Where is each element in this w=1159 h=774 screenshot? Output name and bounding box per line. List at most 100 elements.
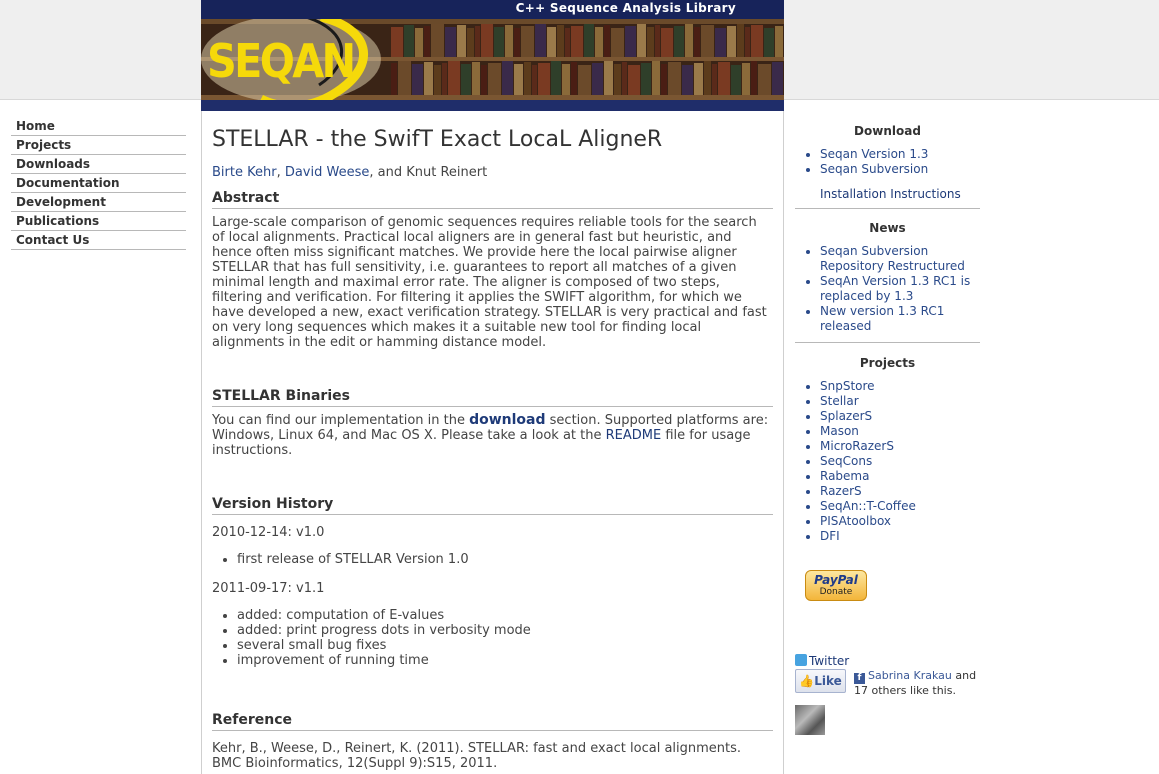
download-link-subversion[interactable]: Seqan Subversion <box>820 162 928 176</box>
main-content: STELLAR - the SwifT Exact LocaL AligneR … <box>212 125 773 771</box>
book-spine <box>391 63 397 95</box>
book-spine <box>434 65 441 95</box>
list-item: several small bug fixes <box>237 638 773 653</box>
book-spine <box>412 64 423 95</box>
list-item: PISAtoolbox <box>820 514 980 529</box>
book-spine <box>685 24 693 57</box>
version-1-1-date: 2011-09-17: v1.1 <box>212 581 325 596</box>
nav-item-home[interactable]: Home <box>11 117 186 136</box>
list-item: RazerS <box>820 484 980 499</box>
site-banner[interactable]: C++ Sequence Analysis Library SEQAN <box>201 0 784 111</box>
book-spine <box>604 25 610 57</box>
book-spine <box>538 63 550 95</box>
author-separator: , <box>276 165 285 180</box>
news-link-rc1-released[interactable]: New version 1.3 RC1 released <box>820 304 944 333</box>
book-spine <box>551 61 561 95</box>
book-spine <box>745 27 750 57</box>
project-link-splazers[interactable]: SplazerS <box>820 409 872 423</box>
book-spine <box>637 24 646 57</box>
author-link-birte-kehr[interactable]: Birte Kehr <box>212 165 277 180</box>
paypal-logo: PayPal <box>814 573 858 587</box>
list-item: DFI <box>820 529 980 544</box>
list-item: SnpStore <box>820 379 980 394</box>
list-item: Seqan Subversion <box>820 162 980 177</box>
list-item: SeqCons <box>820 454 980 469</box>
facebook-like-text: f Sabrina Krakau and 17 others like this. <box>854 669 984 698</box>
project-link-pisatoolbox[interactable]: PISAtoolbox <box>820 514 891 528</box>
book-spine <box>404 25 414 57</box>
list-item: added: computation of E-values <box>237 608 773 623</box>
facebook-like-button[interactable]: 👍Like <box>795 669 846 693</box>
book-spine <box>448 61 460 95</box>
banner-bottom-bar <box>201 100 784 111</box>
book-spine <box>682 65 693 95</box>
book-spine <box>694 27 700 57</box>
book-spine <box>674 26 684 57</box>
nav-item-contact-us[interactable]: Contact Us <box>11 231 186 250</box>
book-spine <box>467 28 474 57</box>
binaries-text-pre: You can find our implementation in the <box>212 413 470 428</box>
book-spine <box>764 28 774 57</box>
book-spine <box>704 61 711 95</box>
project-link-stellar[interactable]: Stellar <box>820 394 859 408</box>
like-label: Like <box>814 674 842 688</box>
book-spine <box>584 24 594 57</box>
nav-item-publications[interactable]: Publications <box>11 212 186 231</box>
list-item: Seqan Version 1.3 <box>820 147 980 162</box>
author-link-david-weese[interactable]: David Weese <box>285 165 370 180</box>
project-link-snpstore[interactable]: SnpStore <box>820 379 875 393</box>
readme-link[interactable]: README <box>606 428 662 443</box>
paypal-donate-button[interactable]: PayPal Donate <box>805 570 867 601</box>
download-link-seqan-1-3[interactable]: Seqan Version 1.3 <box>820 147 928 161</box>
project-link-mason[interactable]: Mason <box>820 424 859 438</box>
list-item: improvement of running time <box>237 653 773 668</box>
installation-instructions-link[interactable]: Installation Instructions <box>820 187 961 201</box>
nav-item-documentation[interactable]: Documentation <box>11 174 186 193</box>
book-spine <box>775 26 783 57</box>
news-heading: News <box>869 221 906 235</box>
book-spine <box>595 27 603 57</box>
project-link-razers[interactable]: RazerS <box>820 484 862 498</box>
version-1-1-list: added: computation of E-values added: pr… <box>237 608 773 668</box>
project-link-rabema[interactable]: Rabema <box>820 469 869 483</box>
history-heading: Version History <box>212 497 773 515</box>
book-spine <box>442 63 447 95</box>
book-spine <box>514 64 523 95</box>
projects-heading: Projects <box>859 356 916 370</box>
book-spine <box>481 65 487 95</box>
book-spine <box>494 27 504 57</box>
nav-item-development[interactable]: Development <box>11 193 186 212</box>
project-link-microrazers[interactable]: MicroRazerS <box>820 439 894 453</box>
book-spine <box>521 26 534 57</box>
install-instructions-wrap: Installation Instructions <box>820 187 980 202</box>
facebook-user-link[interactable]: Sabrina Krakau <box>868 669 952 682</box>
abstract-text: Large-scale comparison of genomic sequen… <box>212 215 767 350</box>
facebook-icon: f <box>854 673 865 684</box>
book-spine <box>475 26 480 57</box>
project-link-seqcons[interactable]: SeqCons <box>820 454 872 468</box>
book-spine <box>611 28 624 57</box>
nav-item-projects[interactable]: Projects <box>11 136 186 155</box>
twitter-row: Twitter <box>795 654 849 668</box>
news-link-subversion-restructured[interactable]: Seqan Subversion Repository Restructured <box>820 244 965 273</box>
project-link-dfi[interactable]: DFI <box>820 529 840 543</box>
book-spine <box>655 25 660 57</box>
book-spine <box>481 24 493 57</box>
project-link-seqan-t-coffee[interactable]: SeqAn::T-Coffee <box>820 499 916 513</box>
book-spine <box>758 64 771 95</box>
download-link[interactable]: download <box>469 412 545 428</box>
projects-list: SnpStore Stellar SplazerS Mason MicroRaz… <box>820 379 980 544</box>
book-spine <box>694 63 703 95</box>
book-spine <box>532 65 537 95</box>
book-spine <box>731 65 741 95</box>
news-link-rc1-replaced[interactable]: SeqAn Version 1.3 RC1 is replaced by 1.3 <box>820 274 970 303</box>
nav-item-downloads[interactable]: Downloads <box>11 155 186 174</box>
twitter-link[interactable]: Twitter <box>809 654 849 668</box>
book-spine <box>571 62 577 95</box>
book-spine <box>641 63 651 95</box>
avatar[interactable] <box>795 705 825 735</box>
version-1-0-date: 2010-12-14: v1.0 <box>212 525 325 540</box>
paypal-donate-label: Donate <box>819 587 853 597</box>
book-spine <box>622 62 627 95</box>
book-spine <box>604 61 613 95</box>
